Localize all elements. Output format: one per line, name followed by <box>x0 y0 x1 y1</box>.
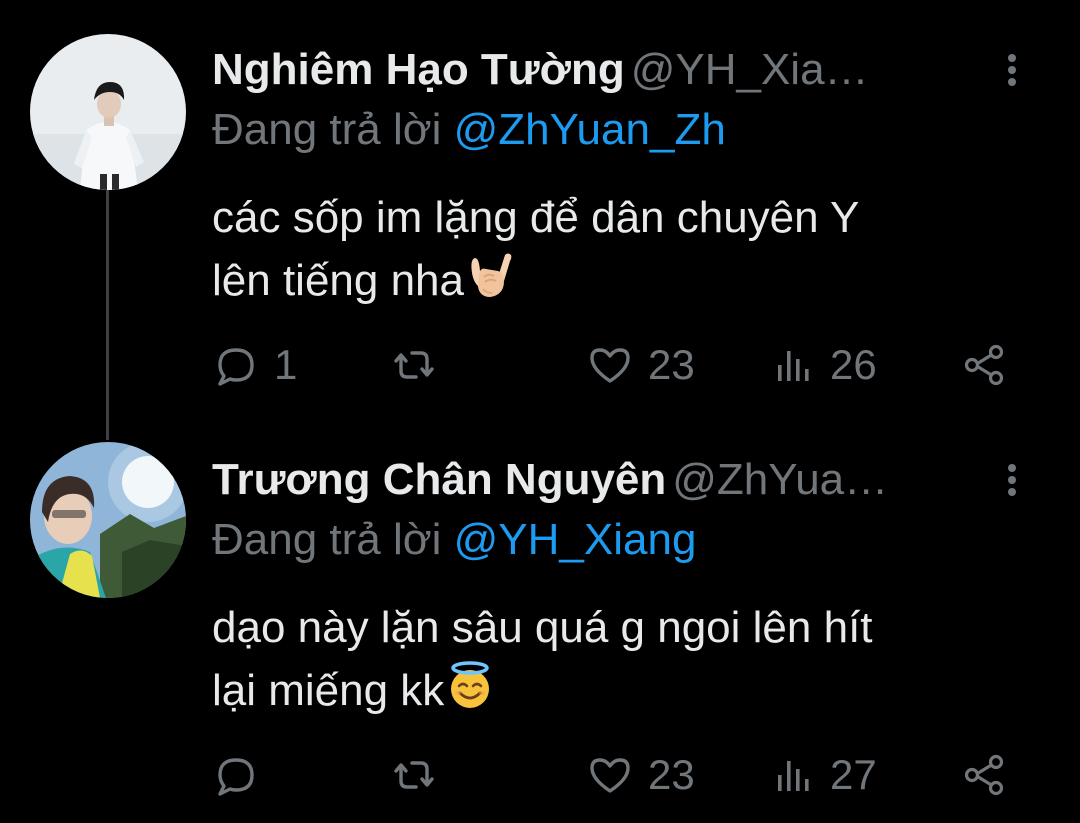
reply-count: 1 <box>274 341 298 388</box>
tweet-text-line-2: lại miếng kk <box>212 659 1052 722</box>
reply-icon <box>218 758 254 796</box>
views-count: 26 <box>830 341 877 388</box>
tweet-header: Trương Chân Nguyên @ZhYua… <box>212 454 1002 506</box>
tweet-text-line: các sốp im lặng để dân chuyên Y <box>212 193 860 242</box>
replying-to-label: Đang trả lời <box>212 105 442 154</box>
tweet-actions: 1 23 26 <box>212 335 1012 395</box>
views-chart-icon <box>778 351 809 381</box>
more-options-icon[interactable] <box>992 460 1032 500</box>
share-icon <box>964 754 1004 796</box>
views-button[interactable]: 26 <box>772 335 877 395</box>
tweet-text-line: lên tiếng nha <box>212 256 464 305</box>
like-button[interactable]: 23 <box>586 745 695 805</box>
tweet-text-line-2: lên tiếng nha <box>212 249 1052 312</box>
tweet-text: dạo này lặn sâu quá g ngoi lên hít lại m… <box>212 596 1052 722</box>
tweet-text-line: dạo này lặn sâu quá g ngoi lên hít <box>212 603 873 652</box>
retweet-icon <box>394 761 434 789</box>
share-button[interactable] <box>960 335 1008 395</box>
like-button[interactable]: 23 <box>586 335 695 395</box>
share-button[interactable] <box>960 745 1008 805</box>
views-count: 27 <box>830 751 877 798</box>
reply-button[interactable]: 1 <box>212 335 297 395</box>
heart-icon <box>590 758 630 793</box>
retweet-button[interactable] <box>388 745 454 805</box>
sign-of-horns-emoji-icon <box>471 253 512 297</box>
user-handle[interactable]: @ZhYua… <box>672 455 888 504</box>
retweet-icon <box>394 351 434 379</box>
tweet-text-line: lại miếng kk <box>212 666 445 715</box>
reply-mention-link[interactable]: @YH_Xiang <box>454 515 697 564</box>
like-count: 23 <box>648 751 695 798</box>
views-button[interactable]: 27 <box>772 745 877 805</box>
tweet[interactable]: Nghiêm Hạo Tường @YH_Xia… Đang trả lời @Z… <box>0 0 1080 410</box>
share-icon <box>964 344 1004 386</box>
more-options-icon[interactable] <box>992 50 1032 90</box>
reply-icon <box>218 348 254 386</box>
avatar[interactable] <box>30 34 186 190</box>
smiling-face-with-halo-emoji-icon <box>451 661 490 708</box>
display-name[interactable]: Nghiêm Hạo Tường <box>212 45 625 94</box>
replying-to: Đang trả lời @ZhYuan_Zh <box>212 104 726 156</box>
tweet-text: các sốp im lặng để dân chuyên Y lên tiến… <box>212 186 1052 312</box>
tweet[interactable]: Trương Chân Nguyên @ZhYua… Đang trả lời @… <box>0 410 1080 823</box>
views-chart-icon <box>778 761 809 791</box>
tweet-header: Nghiêm Hạo Tường @YH_Xia… <box>212 44 1002 96</box>
avatar[interactable] <box>30 442 186 598</box>
like-count: 23 <box>648 341 695 388</box>
reply-mention-link[interactable]: @ZhYuan_Zh <box>454 105 726 154</box>
reply-button[interactable] <box>212 745 274 805</box>
heart-icon <box>590 348 630 383</box>
retweet-button[interactable] <box>388 335 454 395</box>
replying-to: Đang trả lời @YH_Xiang <box>212 514 696 566</box>
display-name[interactable]: Trương Chân Nguyên <box>212 455 666 504</box>
tweet-actions: 23 27 <box>212 745 1012 805</box>
user-handle[interactable]: @YH_Xia… <box>631 45 869 94</box>
replying-to-label: Đang trả lời <box>212 515 442 564</box>
